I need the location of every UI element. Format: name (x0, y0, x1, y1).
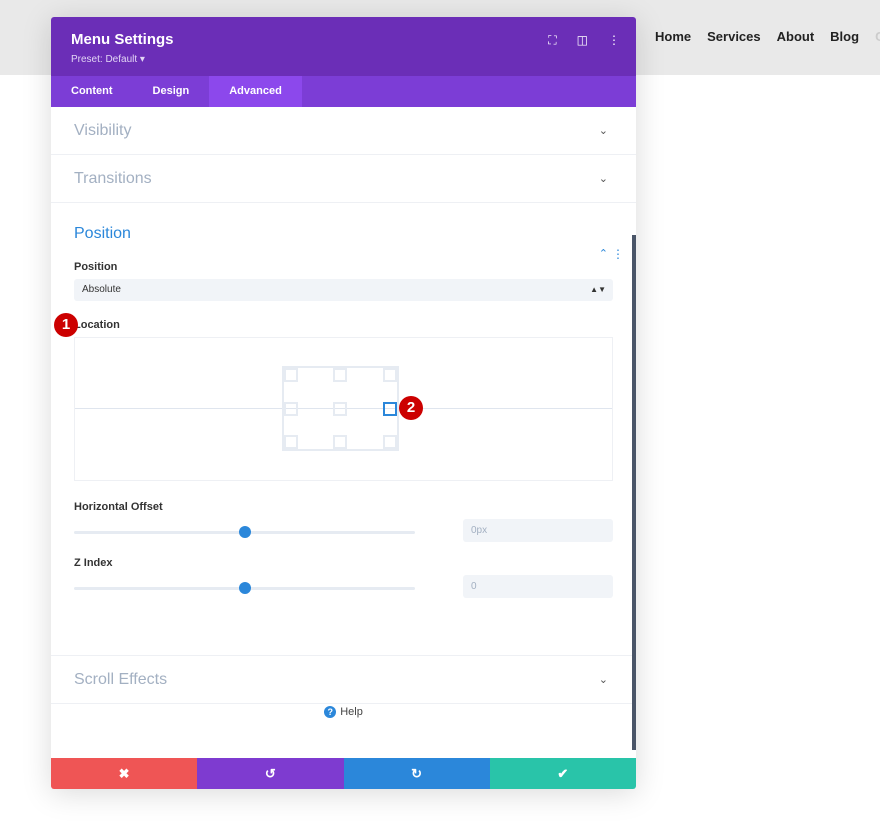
chevron-down-icon: ⌄ (598, 125, 608, 137)
location-center-right[interactable] (383, 402, 397, 416)
position-value: Absolute (82, 284, 121, 295)
horizontal-offset-label: Horizontal Offset (74, 501, 163, 513)
scrollbar[interactable] (632, 235, 636, 750)
fullscreen-icon[interactable]: ⛶ (548, 33, 556, 48)
site-nav: Home Services About Blog C (655, 29, 880, 44)
section-title: Scroll Effects (74, 671, 168, 688)
position-label: Position (74, 261, 118, 273)
location-center-left[interactable] (284, 402, 298, 416)
modal-body: Visibility ⌄ Transitions ⌄ Position ⌃ ⋮ Po… (51, 107, 636, 758)
z-index-label: Z Index (74, 557, 113, 569)
position-select[interactable]: Absolute ▲▼ (74, 279, 613, 301)
annotation-badge-2: 2 (399, 396, 423, 420)
horizontal-offset-input[interactable]: 0px (463, 519, 613, 542)
section-transitions[interactable]: Transitions ⌄ (51, 155, 636, 203)
preset-dropdown[interactable]: Preset: Default ▾ (71, 54, 616, 65)
location-top-left[interactable] (284, 368, 298, 382)
horizontal-offset-control: 0px (74, 517, 613, 547)
annotation-badge-1: 1 (54, 313, 78, 337)
section-scroll-effects[interactable]: Scroll Effects ⌄ (51, 656, 636, 704)
section-title: Visibility (74, 122, 132, 139)
modal-title: Menu Settings (71, 31, 174, 48)
location-bottom-left[interactable] (284, 435, 298, 449)
section-title-position[interactable]: Position (74, 225, 613, 243)
section-menu-icon[interactable]: ⋮ (612, 247, 624, 261)
location-label: Location (74, 319, 120, 331)
modal-tabs: Content Design Advanced (51, 76, 636, 107)
modal-header: Menu Settings Preset: Default ▾ ⛶ ◫ ⋮ (51, 17, 636, 76)
chevron-down-icon: ⌄ (598, 674, 608, 686)
settings-modal: Menu Settings Preset: Default ▾ ⛶ ◫ ⋮ Co… (51, 17, 636, 789)
undo-button[interactable]: ↺ (197, 758, 344, 789)
location-bottom-center[interactable] (333, 435, 347, 449)
z-index-knob[interactable] (238, 582, 251, 594)
cancel-button[interactable]: ✖ (51, 758, 198, 789)
location-top-right[interactable] (383, 368, 397, 382)
chevron-down-icon: ⌄ (598, 173, 608, 185)
select-arrows-icon: ▲▼ (590, 285, 606, 294)
split-view-icon[interactable]: ◫ (577, 33, 588, 48)
section-visibility[interactable]: Visibility ⌄ (51, 107, 636, 155)
nav-blog[interactable]: Blog (830, 29, 859, 44)
location-center[interactable] (333, 402, 347, 416)
tab-content[interactable]: Content (51, 76, 133, 107)
location-picker: 2 (74, 337, 613, 481)
save-button[interactable]: ✔ (489, 758, 636, 789)
location-grid (282, 366, 399, 451)
help-link[interactable]: ? Help (51, 706, 636, 718)
z-index-control: 0 (74, 573, 613, 603)
redo-button[interactable]: ↻ (343, 758, 490, 789)
chevron-up-icon[interactable]: ⌃ (599, 247, 608, 260)
section-title: Transitions (74, 170, 152, 187)
tab-design[interactable]: Design (133, 76, 210, 107)
nav-about[interactable]: About (777, 29, 815, 44)
location-bottom-right[interactable] (383, 435, 397, 449)
help-label: Help (340, 706, 363, 718)
nav-contact-cut[interactable]: C (875, 29, 880, 44)
help-icon: ? (324, 706, 337, 718)
section-position: Position ⌃ ⋮ Position Absolute ▲▼ 1 Locat… (51, 225, 636, 656)
nav-services[interactable]: Services (707, 29, 761, 44)
modal-footer: ✖ ↺ ↻ ✔ (51, 758, 636, 789)
more-options-icon[interactable]: ⋮ (608, 33, 620, 48)
nav-home[interactable]: Home (655, 29, 691, 44)
z-index-input[interactable]: 0 (463, 575, 613, 598)
location-top-center[interactable] (333, 368, 347, 382)
tab-advanced[interactable]: Advanced (209, 76, 302, 107)
horizontal-offset-knob[interactable] (238, 526, 251, 538)
